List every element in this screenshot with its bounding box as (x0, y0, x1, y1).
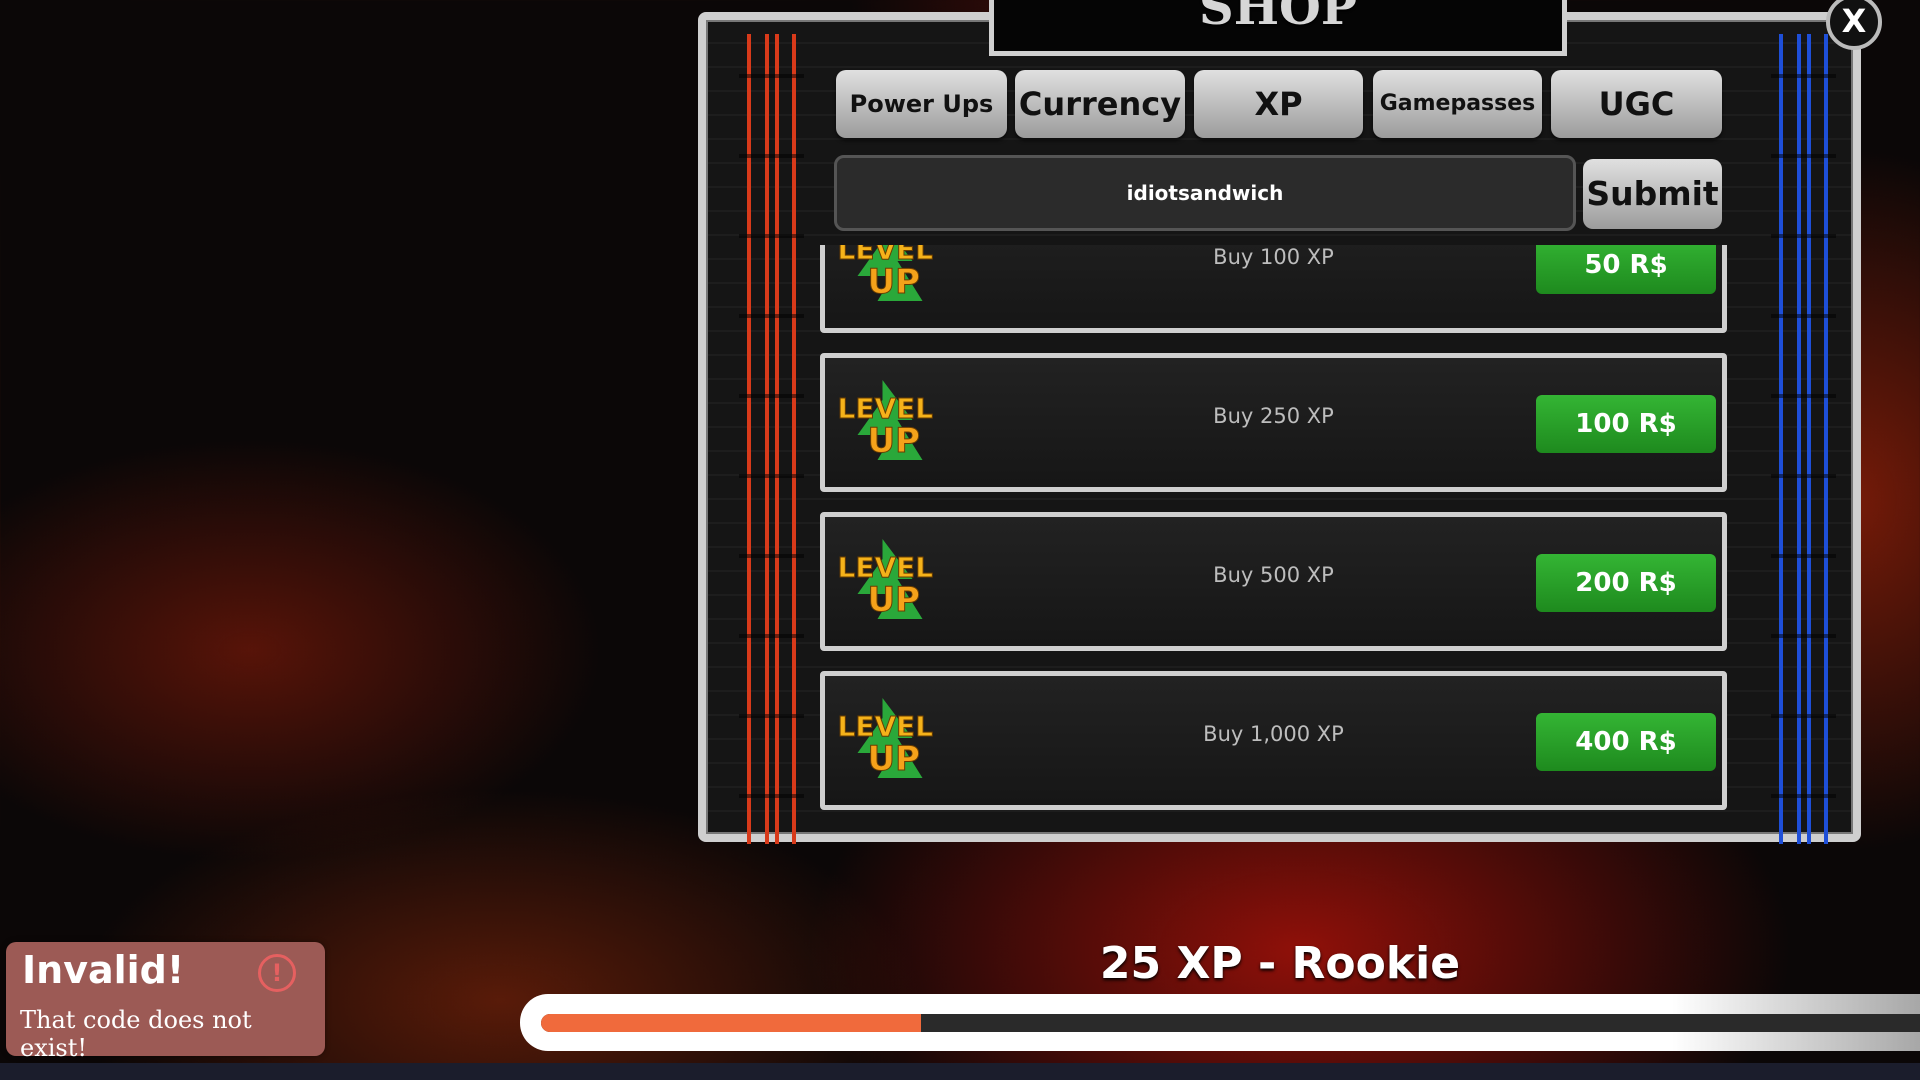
xp-progress-track (541, 1014, 1920, 1032)
xp-item-row: LEVEL UP Buy 1,000 XP 400 R$ (820, 671, 1727, 810)
xp-progress-bar (520, 994, 1920, 1051)
tab-ugc[interactable]: UGC (1551, 70, 1722, 138)
bottom-strip (0, 1063, 1920, 1080)
buy-price-button[interactable]: 400 R$ (1536, 713, 1716, 771)
shop-title: SHOP (989, 0, 1567, 56)
xp-item-list[interactable]: LEVEL UP Buy 100 XP 50 R$ LEVEL UP Buy 250 XP 1… (816, 245, 1732, 820)
buy-price-button[interactable]: 200 R$ (1536, 554, 1716, 612)
xp-item-row: LEVEL UP Buy 500 XP 200 R$ (820, 512, 1727, 651)
xp-item-row: LEVEL UP Buy 250 XP 100 R$ (820, 353, 1727, 492)
close-button[interactable]: X (1826, 0, 1882, 50)
tab-power-ups[interactable]: Power Ups (836, 70, 1007, 138)
buy-price-button[interactable]: 50 R$ (1536, 245, 1716, 294)
red-pillar-decoration (739, 34, 804, 844)
tab-gamepasses[interactable]: Gamepasses (1373, 70, 1542, 138)
code-input[interactable]: idiotsandwich (834, 155, 1576, 231)
submit-button[interactable]: Submit (1583, 159, 1722, 229)
toast-message: That code does not exist! (20, 1006, 252, 1062)
xp-progress-fill (541, 1014, 921, 1032)
buy-price-button[interactable]: 100 R$ (1536, 395, 1716, 453)
tab-xp[interactable]: XP (1194, 70, 1363, 138)
xp-item-row: LEVEL UP Buy 100 XP 50 R$ (820, 245, 1727, 333)
xp-level-label: 25 XP - Rookie (1099, 938, 1461, 989)
tab-currency[interactable]: Currency (1015, 70, 1185, 138)
blue-pillar-decoration (1771, 34, 1836, 844)
